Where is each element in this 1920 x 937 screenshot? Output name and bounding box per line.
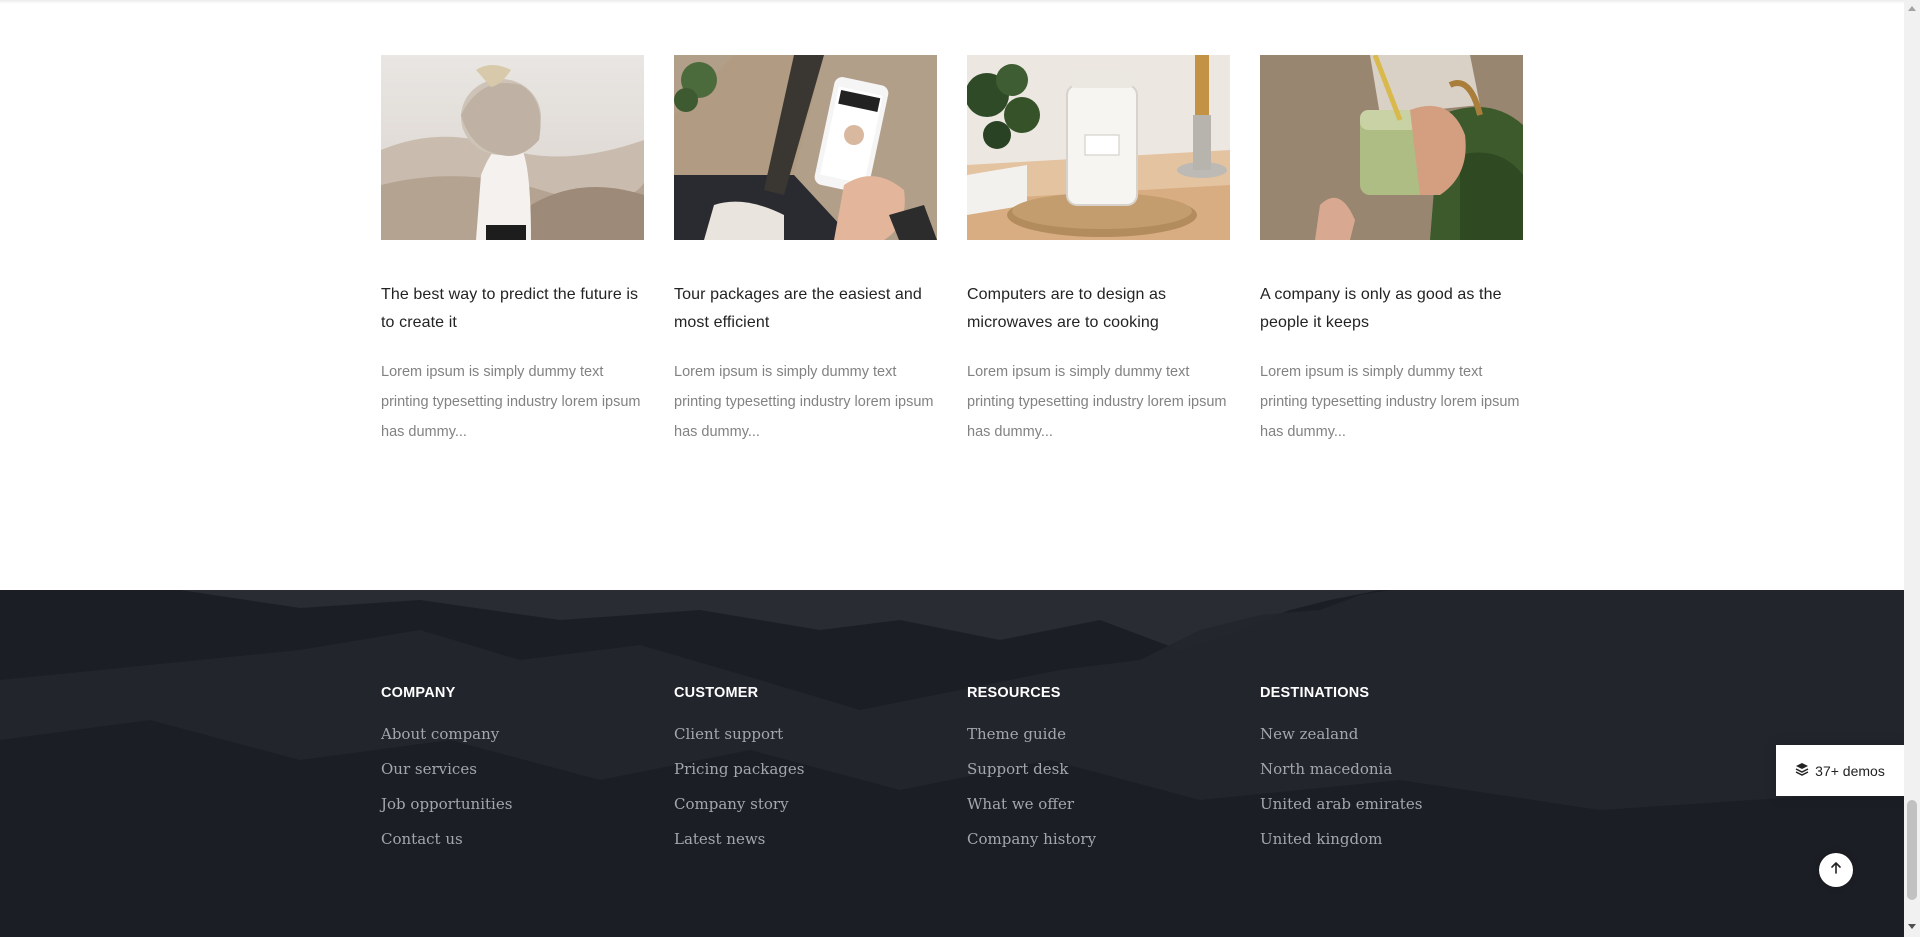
blog-post-card: The best way to predict the future is to… <box>381 55 644 447</box>
page: The best way to predict the future is to… <box>0 0 1904 937</box>
footer-column-customer: Customer Client support Pricing packages… <box>674 683 937 857</box>
footer-columns: Company About company Our services Job o… <box>381 683 1523 857</box>
footer-column-destinations: Destinations New zealand North macedonia… <box>1260 683 1523 857</box>
post-title[interactable]: Tour packages are the easiest and most e… <box>674 281 937 337</box>
footer-heading: Customer <box>674 685 759 701</box>
footer-column-company: Company About company Our services Job o… <box>381 683 644 857</box>
post-excerpt: Lorem ipsum is simply dummy text printin… <box>967 364 1227 440</box>
post-excerpt: Lorem ipsum is simply dummy text printin… <box>1260 364 1520 440</box>
footer-link-list: Theme guide Support desk What we offer C… <box>967 717 1230 857</box>
post-title[interactable]: Computers are to design as microwaves ar… <box>967 281 1230 337</box>
scrollbar-thumb[interactable] <box>1907 800 1917 900</box>
footer-link-what-we-offer[interactable]: What we offer <box>967 787 1230 822</box>
footer-link-north-macedonia[interactable]: North macedonia <box>1260 752 1523 787</box>
post-image-candle-jar[interactable] <box>967 55 1230 240</box>
footer-link-company-history[interactable]: Company history <box>967 822 1230 857</box>
arrow-up-icon <box>1829 861 1843 880</box>
footer-heading: Destinations <box>1260 685 1370 701</box>
footer-link-list: Client support Pricing packages Company … <box>674 717 937 857</box>
page-scrollbar[interactable] <box>1904 0 1920 937</box>
footer-link-united-kingdom[interactable]: United kingdom <box>1260 822 1523 857</box>
footer-link-united-arab-emirates[interactable]: United arab emirates <box>1260 787 1523 822</box>
post-title[interactable]: A company is only as good as the people … <box>1260 281 1523 337</box>
post-image-woman-desert[interactable] <box>381 55 644 240</box>
header-shadow <box>0 0 1904 4</box>
layers-icon <box>1795 762 1809 779</box>
blog-post-card: Tour packages are the easiest and most e… <box>674 55 937 447</box>
scroll-down-arrow-icon[interactable] <box>1908 924 1916 929</box>
blog-post-card: Computers are to design as microwaves ar… <box>967 55 1230 447</box>
footer-heading: Company <box>381 685 456 701</box>
post-image-green-smoothie[interactable] <box>1260 55 1523 240</box>
blog-post-card: A company is only as good as the people … <box>1260 55 1523 447</box>
post-title[interactable]: The best way to predict the future is to… <box>381 281 644 337</box>
footer-link-new-zealand[interactable]: New zealand <box>1260 717 1523 752</box>
footer-link-contact-us[interactable]: Contact us <box>381 822 644 857</box>
footer-link-company-story[interactable]: Company story <box>674 787 937 822</box>
post-excerpt: Lorem ipsum is simply dummy text printin… <box>674 364 934 440</box>
footer-column-resources: Resources Theme guide Support desk What … <box>967 683 1230 857</box>
footer-link-list: New zealand North macedonia United arab … <box>1260 717 1523 857</box>
footer-link-support-desk[interactable]: Support desk <box>967 752 1230 787</box>
scroll-up-arrow-icon[interactable] <box>1908 6 1916 11</box>
footer-link-client-support[interactable]: Client support <box>674 717 937 752</box>
footer-link-job-opportunities[interactable]: Job opportunities <box>381 787 644 822</box>
blog-grid: The best way to predict the future is to… <box>381 55 1523 447</box>
footer-link-our-services[interactable]: Our services <box>381 752 644 787</box>
demos-button[interactable]: 37+ demos <box>1776 745 1904 796</box>
footer-link-pricing-packages[interactable]: Pricing packages <box>674 752 937 787</box>
footer-link-theme-guide[interactable]: Theme guide <box>967 717 1230 752</box>
post-image-phone-in-hand[interactable] <box>674 55 937 240</box>
footer-link-about-company[interactable]: About company <box>381 717 644 752</box>
demos-label: 37+ demos <box>1815 762 1885 779</box>
footer-link-list: About company Our services Job opportuni… <box>381 717 644 857</box>
footer-link-latest-news[interactable]: Latest news <box>674 822 937 857</box>
footer-heading: Resources <box>967 685 1061 701</box>
site-footer: Company About company Our services Job o… <box>0 590 1904 937</box>
post-excerpt: Lorem ipsum is simply dummy text printin… <box>381 364 641 440</box>
scroll-to-top-button[interactable] <box>1819 853 1853 887</box>
